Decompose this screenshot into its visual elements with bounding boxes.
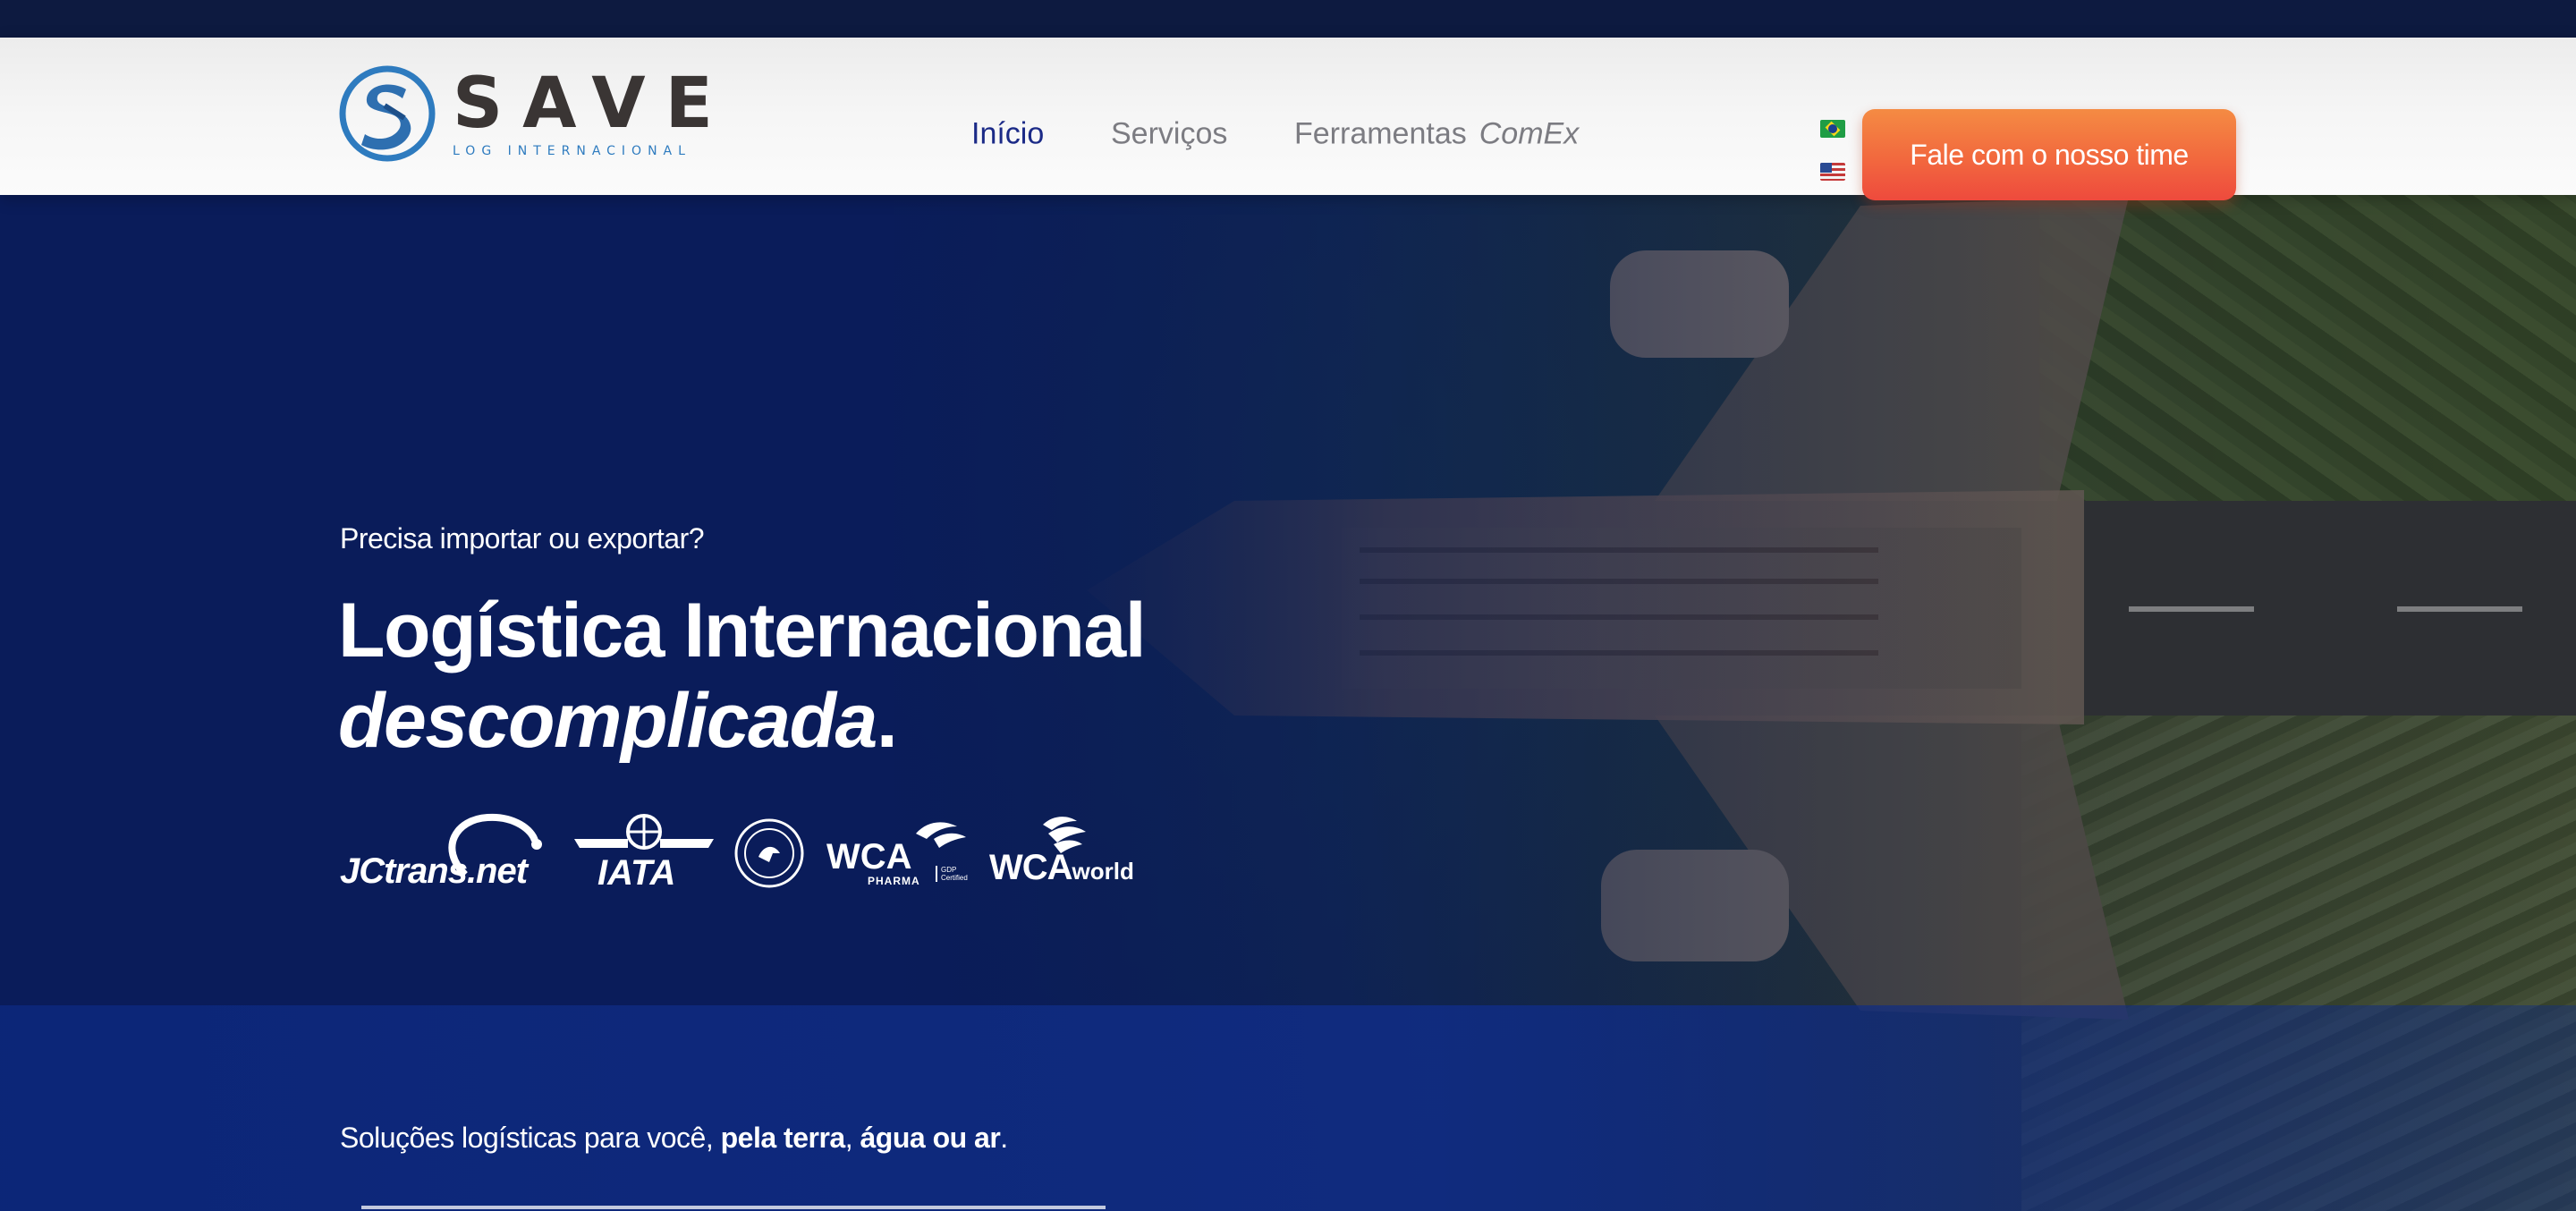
top-bar bbox=[0, 0, 2576, 38]
contact-team-button[interactable]: Fale com o nosso time bbox=[1862, 109, 2236, 200]
hero-kicker: Precisa importar ou exportar? bbox=[340, 522, 705, 555]
certification-seal-icon bbox=[734, 818, 804, 888]
tagline-water-air: água ou ar bbox=[860, 1122, 1001, 1154]
partner-jctrans-text: JCtrans.net bbox=[340, 851, 528, 891]
logo-name: SAVE bbox=[453, 64, 733, 144]
partner-wca-world-name: WCA bbox=[989, 848, 1073, 887]
tagline-start: Soluções logísticas para você, bbox=[340, 1122, 721, 1154]
tagline-sep: , bbox=[844, 1122, 860, 1154]
save-logo-icon bbox=[339, 65, 436, 162]
partner-iata-text: IATA bbox=[597, 853, 676, 893]
flag-usa-icon[interactable] bbox=[1820, 163, 1845, 181]
hero-title: Logística Internacional descomplicada. bbox=[338, 586, 1147, 767]
partner-logo-wca-pharma: WCA PHARMA GDP Certified bbox=[826, 812, 979, 894]
hero-title-emphasis: descomplicada bbox=[338, 678, 877, 765]
nav-item-ferramentas-label: Ferramentas bbox=[1294, 116, 1467, 151]
tagline-end: . bbox=[1000, 1122, 1008, 1154]
partner-wca-world-text: WCAworld bbox=[989, 848, 1134, 888]
flag-brazil-icon[interactable] bbox=[1820, 120, 1845, 138]
partner-wca-world-suffix: world bbox=[1072, 858, 1134, 885]
hero-title-line1: Logística Internacional bbox=[338, 588, 1147, 673]
logo-subtitle: LOG INTERNACIONAL bbox=[453, 144, 691, 158]
solutions-strip-bg bbox=[0, 1005, 2576, 1211]
site-header: SAVE LOG INTERNACIONAL Início Serviços F… bbox=[0, 38, 2576, 200]
partner-logo-wca-world: WCAworld bbox=[989, 812, 1141, 894]
nav-item-servicos[interactable]: Serviços bbox=[1111, 117, 1227, 152]
solutions-tagline: Soluções logísticas para você, pela terr… bbox=[340, 1122, 1008, 1155]
partner-wca-pharma-extra: GDP Certified bbox=[936, 866, 980, 882]
nav-item-ferramentas-suffix: ComEx bbox=[1479, 116, 1580, 151]
language-switcher bbox=[1820, 120, 1845, 181]
partner-logo-jctrans: JCtrans.net bbox=[340, 812, 555, 894]
partner-wca-pharma-sub: PHARMA bbox=[868, 875, 920, 887]
partner-logo-iata: IATA bbox=[572, 812, 716, 894]
nav-item-inicio[interactable]: Início bbox=[971, 117, 1044, 152]
strip-divider bbox=[361, 1206, 1106, 1209]
partner-logo-seal bbox=[733, 817, 805, 889]
hero-title-end: . bbox=[876, 678, 898, 765]
tagline-land: pela terra bbox=[720, 1122, 846, 1154]
site-logo[interactable]: SAVE LOG INTERNACIONAL bbox=[338, 64, 733, 163]
nav-item-ferramentas[interactable]: Ferramentas ComEx bbox=[1294, 117, 1579, 152]
partner-wca-pharma-text: WCA bbox=[826, 837, 912, 876]
